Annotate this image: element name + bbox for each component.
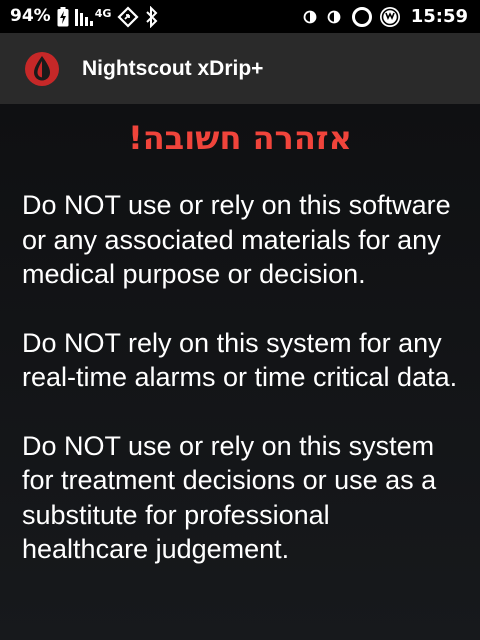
app-bar: Nightscout xDrip+ — [0, 33, 480, 104]
disclaimer-content[interactable]: אזהרה חשובה! Do NOT use or rely on this … — [0, 104, 480, 640]
status-bar-right: 15:59 — [303, 6, 468, 28]
warning-title: אזהרה חשובה! — [128, 119, 352, 157]
half-circle-icon — [303, 10, 317, 24]
bluetooth-icon — [145, 5, 159, 28]
half-circle-icon-2 — [327, 10, 341, 24]
signal-bars-icon — [74, 7, 97, 27]
status-bar-left: 94% 4G — [10, 5, 159, 28]
battery-percent: 94% — [10, 6, 51, 26]
status-bar: 94% 4G 15:59 — [0, 0, 480, 33]
clock: 15:59 — [410, 5, 468, 27]
ring-icon — [351, 6, 373, 28]
disclaimer-paragraph-2: Do NOT rely on this system for any real-… — [22, 327, 458, 393]
xdrip-status-icon — [379, 6, 401, 28]
disclaimer-paragraph-1: Do NOT use or rely on this software or a… — [22, 190, 451, 289]
battery-charging-icon — [57, 6, 69, 27]
app-title: Nightscout xDrip+ — [82, 56, 264, 80]
network-type: 4G — [94, 7, 112, 20]
blood-drop-logo-icon — [24, 51, 60, 87]
data-saver-icon — [117, 5, 139, 28]
disclaimer-paragraph-3: Do NOT use or rely on this system for tr… — [22, 430, 437, 565]
